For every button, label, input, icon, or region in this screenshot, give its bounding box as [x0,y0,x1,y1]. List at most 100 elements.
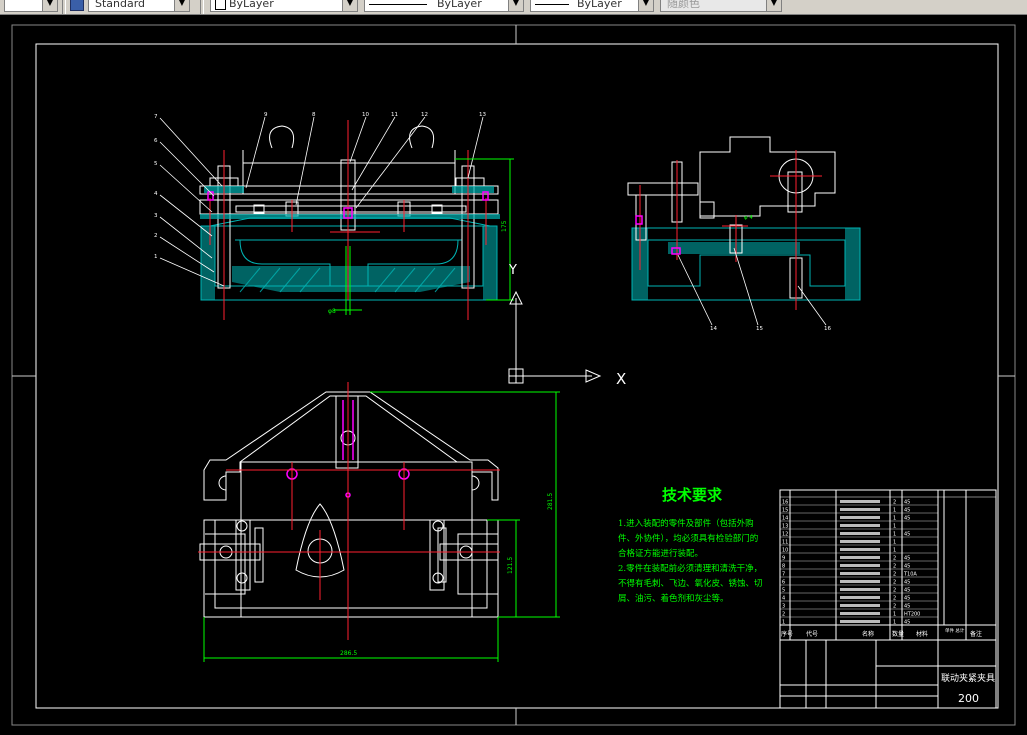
chevron-down-icon: ▼ [342,0,357,11]
bom-row-number: 5 [782,588,785,594]
svg-text:5: 5 [154,161,158,167]
bom-header: 序号 代号 名称 数量 材料 单件 总计 备注 [781,627,982,638]
svg-text:12: 12 [421,112,428,118]
color-swatch-icon [215,0,226,10]
lineweight-value: ByLayer [577,0,622,10]
bom-row-name [840,548,880,551]
svg-text:单件 总计: 单件 总计 [945,627,965,634]
text-style-icon[interactable] [70,0,84,11]
bom-row-qty: 2 [893,596,896,602]
layer-dropdown[interactable]: ▼ [4,0,58,12]
bom-row-number: 7 [782,572,785,578]
bom-row-qty: 2 [893,572,896,578]
chevron-down-icon: ▼ [42,0,57,11]
linetype-value: ByLayer [437,0,482,10]
linetype-dropdown[interactable]: ByLayer ▼ [364,0,524,12]
plotstyle-dropdown[interactable]: 随颜色 ▼ [660,0,782,12]
balloon-labels-side: 14 15 16 [710,326,831,332]
bom-row-qty: 1 [893,524,896,530]
bom-row-name [840,532,880,535]
chevron-down-icon: ▼ [766,0,781,11]
dimension-small: φ8 [328,308,336,315]
svg-text:3: 3 [154,213,158,219]
bom-row-material: 45 [904,580,910,586]
bom-row-name [840,620,880,623]
dimension-plan-height: 281.5 [547,493,554,510]
bom-row-qty: 1 [893,516,896,522]
bom-row-number: 1 [782,620,785,626]
bom-row-number: 8 [782,564,785,570]
bom-row-name [840,516,880,519]
bom-row-name [840,500,880,503]
bom-row-qty: 1 [893,620,896,626]
bom-row-name [840,540,880,543]
balloon-labels-top: 9 8 10 11 12 13 [264,112,486,118]
svg-text:13: 13 [479,112,486,118]
bom-row-material: 45 [904,532,910,538]
chevron-down-icon: ▼ [638,0,653,11]
svg-text:7: 7 [154,114,158,120]
text-style-dropdown[interactable]: Standard ▼ [88,0,190,12]
drawing-canvas[interactable]: 175 φ8 7 6 5 4 3 2 1 9 8 10 11 12 13 φ 4… [0,15,1027,735]
ucs-x-label: X [616,370,626,388]
bom-row-material: 45 [904,556,910,562]
svg-text:2: 2 [154,233,158,239]
tech-title: 技术要求 [661,486,722,504]
dimension-plan-width: 286.5 [340,650,357,657]
bom-row-name [840,556,880,559]
bom-row-qty: 1 [893,612,896,618]
dimension-top-height: 175 [501,220,508,232]
bom-row-material: 45 [904,596,910,602]
svg-text:1: 1 [154,254,158,260]
bom-row-number: 6 [782,580,785,586]
bom-row-number: 14 [782,516,788,522]
bom-row-name [840,508,880,511]
bom-row-material: 45 [904,500,910,506]
bom-row-qty: 2 [893,580,896,586]
svg-text:16: 16 [824,326,831,332]
bom-row-name [840,604,880,607]
bom-row-number: 2 [782,612,785,618]
drawing-title: 联动夹紧夹具 [941,672,995,684]
svg-text:材料: 材料 [916,630,928,638]
bom-row-qty: 2 [893,604,896,610]
bom-row-number: 10 [782,548,788,554]
bom-row-material: 45 [904,564,910,570]
bom-row-number: 11 [782,540,788,546]
bom-table: 16 2 4515 1 4514 1 4513 112 1 4511 110 19 2 458 2 457 2 T… [780,500,938,626]
bom-row-name [840,572,880,575]
svg-text:代号: 代号 [806,630,818,638]
side-view: φ 4 14 15 16 [627,136,861,332]
svg-text:11: 11 [391,112,398,118]
bom-row-qty: 1 [893,508,896,514]
tech-line-2: 2.零件在装配前必须清理和清洗干净，不得有毛刺、飞边、氧化皮、锈蚀、切屑、油污、… [618,564,763,604]
bom-row-qty: 2 [893,500,896,506]
plan-view: 281.5 121.5 286.5 [198,382,560,662]
scale-number: 200 [958,692,979,705]
bom-row-material: HT200 [904,612,920,618]
lineweight-dropdown[interactable]: ByLayer ▼ [530,0,654,12]
bom-row-name [840,524,880,527]
color-dropdown[interactable]: ByLayer ▼ [210,0,358,12]
ucs-y-label: Y [508,263,517,278]
ucs-icon: X Y [508,263,626,388]
front-view: 175 φ8 7 6 5 4 3 2 1 9 8 10 11 12 13 [154,112,514,320]
technical-requirements: 技术要求 1.进入装配的零件及部件（包括外购件、外协件），均必须具有检验部门的合… [618,484,766,607]
toolbar-separator [200,0,204,14]
bom-row-name [840,588,880,591]
chevron-down-icon: ▼ [508,0,523,11]
bom-row-qty: 2 [893,588,896,594]
bom-row-name [840,564,880,567]
svg-text:14: 14 [710,326,717,332]
svg-text:数量: 数量 [892,630,904,638]
bom-row-material: T10A [903,572,917,578]
bom-row-number: 12 [782,532,788,538]
bom-row-qty: 2 [893,556,896,562]
svg-text:10: 10 [362,112,369,118]
bom-row-material: 45 [904,508,910,514]
bom-row-material: 45 [904,516,910,522]
bom-row-name [840,596,880,599]
svg-text:序号: 序号 [781,630,793,638]
bom-row-number: 15 [782,508,788,514]
bom-row-material: 45 [904,620,910,626]
